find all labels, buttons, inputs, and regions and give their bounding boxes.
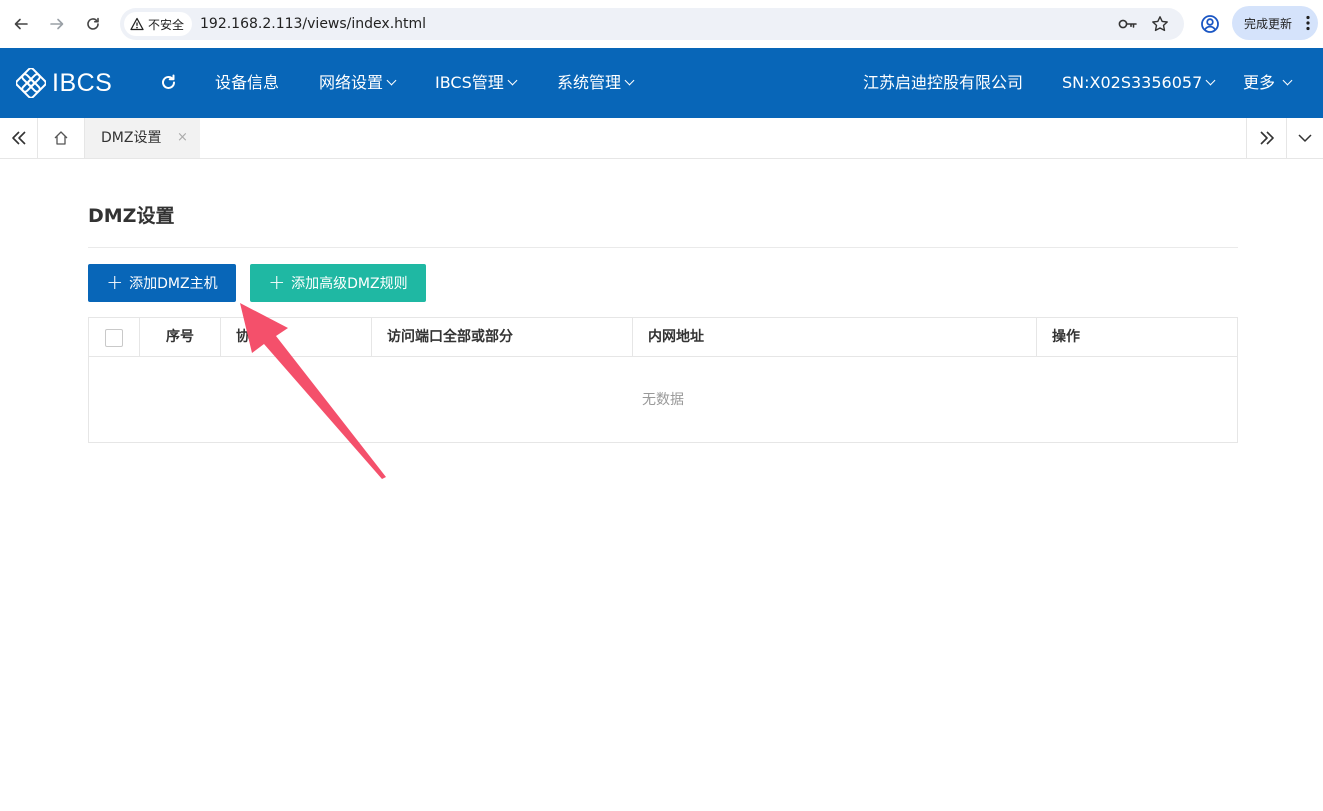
security-label: 不安全 — [148, 17, 185, 32]
double-chevron-right-icon — [1259, 131, 1274, 145]
select-all-checkbox[interactable] — [105, 329, 123, 347]
column-header-access-port: 访问端口全部或部分 — [372, 318, 633, 357]
menu-device-info-label: 设备信息 — [215, 73, 280, 92]
key-icon — [1118, 19, 1137, 29]
select-all-cell — [89, 318, 140, 357]
chevron-down-icon — [624, 75, 635, 86]
column-header-internal-address: 内网地址 — [633, 318, 1037, 357]
chevron-down-icon — [1205, 75, 1216, 86]
scroll-tabs-left-button[interactable] — [0, 118, 38, 158]
menu-network-settings[interactable]: 网络设置 — [319, 48, 397, 118]
more-menu[interactable]: 更多 — [1243, 48, 1293, 118]
chevron-down-icon — [507, 75, 518, 86]
more-vertical-icon — [1306, 15, 1310, 31]
column-header-protocol: 协 — [221, 318, 372, 357]
plus-icon: + — [268, 270, 286, 294]
bookmark-button[interactable] — [1148, 12, 1172, 36]
menu-ibcs-management-label: IBCS管理 — [435, 73, 504, 92]
tab-options-button[interactable] — [1286, 118, 1323, 158]
menu-network-settings-label: 网络设置 — [319, 73, 384, 92]
add-advanced-dmz-rule-button[interactable]: + 添加高级DMZ规则 — [250, 264, 426, 302]
add-dmz-host-button[interactable]: + 添加DMZ主机 — [88, 264, 236, 302]
reload-button[interactable] — [81, 12, 105, 36]
company-name-label: 江苏启迪控股有限公司 — [863, 73, 1024, 92]
tab-close-button[interactable]: × — [177, 118, 188, 158]
scroll-tabs-right-button[interactable] — [1246, 118, 1286, 158]
ibcs-logo-icon — [16, 68, 46, 98]
column-header-actions: 操作 — [1052, 329, 1080, 345]
chevron-down-icon — [386, 75, 397, 86]
add-advanced-dmz-rule-label: 添加高级DMZ规则 — [291, 276, 408, 292]
arrow-right-icon — [50, 18, 64, 30]
update-button[interactable]: 完成更新 — [1232, 6, 1318, 40]
title-divider — [88, 247, 1238, 248]
page-title: DMZ设置 — [88, 205, 175, 227]
table-header: 序号 协 访问端口全部或部分 内网地址 操作 — [89, 318, 1237, 357]
company-name: 江苏启迪控股有限公司 — [863, 48, 1023, 118]
logo-text: IBCS — [52, 68, 113, 97]
star-icon — [1152, 16, 1168, 32]
url-text[interactable]: 192.168.2.113/views/index.html — [200, 8, 426, 40]
profile-button[interactable] — [1198, 12, 1222, 36]
app-window: 不安全 192.168.2.113/views/index.html 完成更新 … — [0, 0, 1323, 811]
menu-device-info[interactable]: 设备信息 — [215, 48, 279, 118]
arrow-left-icon — [14, 18, 28, 30]
profile-icon — [1201, 15, 1219, 33]
add-dmz-host-label: 添加DMZ主机 — [129, 276, 218, 292]
refresh-button[interactable] — [160, 74, 177, 92]
home-tab-button[interactable] — [38, 118, 85, 158]
tab-bar: DMZ设置 × — [0, 118, 1323, 159]
menu-system-management-label: 系统管理 — [557, 73, 622, 92]
serial-number-label: SN:X02S3356057 — [1062, 73, 1203, 92]
address-bar[interactable]: 不安全 192.168.2.113/views/index.html — [120, 8, 1184, 40]
home-icon — [54, 131, 68, 145]
security-indicator[interactable]: 不安全 — [124, 12, 193, 36]
reload-icon — [87, 17, 99, 30]
dmz-table: 序号 协 访问端口全部或部分 内网地址 操作 无数据 — [88, 317, 1238, 443]
empty-state-text: 无数据 — [642, 392, 684, 408]
chevron-down-icon — [1282, 75, 1293, 86]
update-label: 完成更新 — [1244, 16, 1293, 31]
plus-icon: + — [106, 270, 124, 294]
tab-dmz-settings-label: DMZ设置 — [101, 130, 162, 146]
app-header: IBCS 设备信息 网络设置 IBCS管理 系统管理 江苏启迪控股有限公司 SN… — [0, 48, 1323, 118]
chevron-down-icon — [1298, 134, 1312, 142]
tab-dmz-settings[interactable]: DMZ设置 × — [85, 118, 200, 158]
back-button[interactable] — [9, 12, 33, 36]
more-menu-label: 更多 — [1243, 73, 1276, 92]
logo: IBCS — [16, 68, 112, 98]
refresh-icon — [162, 74, 175, 89]
column-header-index: 序号 — [140, 318, 221, 357]
forward-button[interactable] — [45, 12, 69, 36]
menu-system-management[interactable]: 系统管理 — [557, 48, 635, 118]
warning-icon — [130, 17, 144, 31]
password-key-button[interactable] — [1116, 12, 1140, 36]
serial-number-menu[interactable]: SN:X02S3356057 — [1062, 48, 1216, 118]
menu-ibcs-management[interactable]: IBCS管理 — [435, 48, 518, 118]
double-chevron-left-icon — [11, 131, 26, 145]
browser-toolbar: 不安全 192.168.2.113/views/index.html 完成更新 — [0, 0, 1323, 48]
